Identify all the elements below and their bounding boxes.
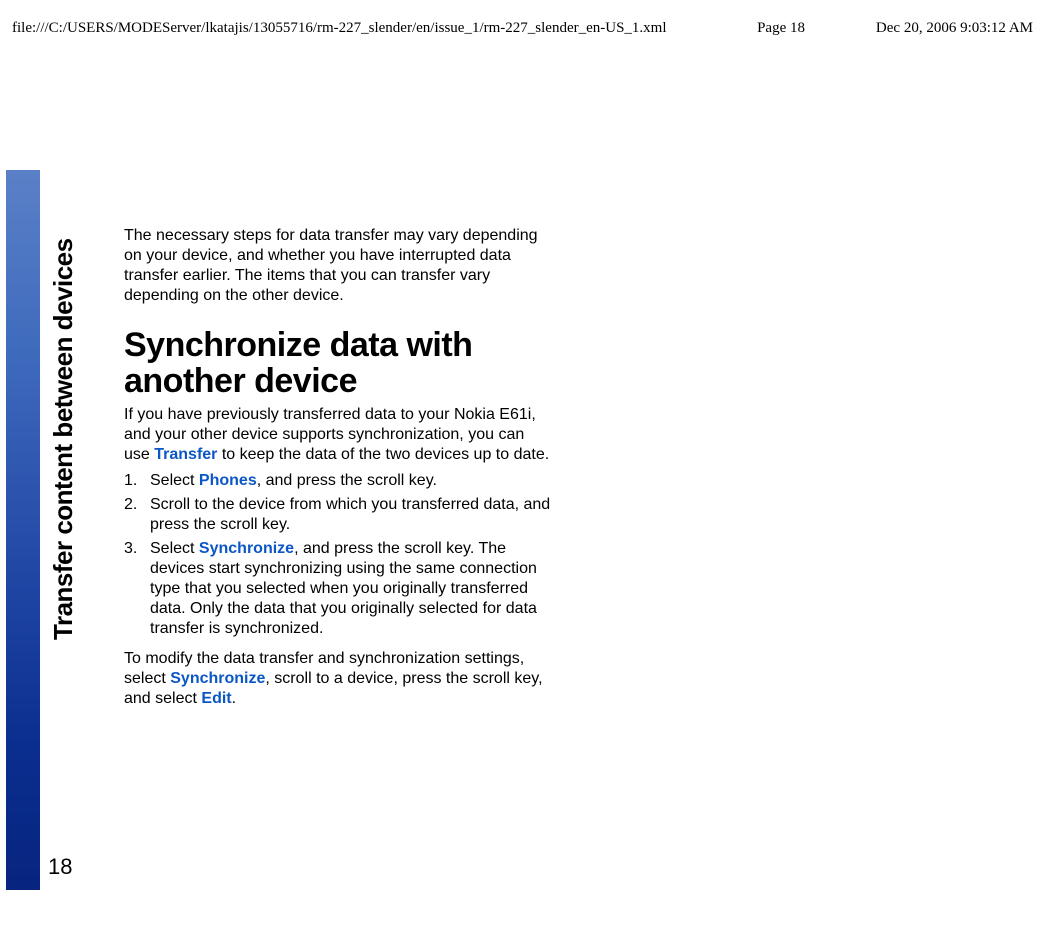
ui-term-synchronize2: Synchronize [170, 670, 265, 687]
intro-paragraph: The necessary steps for data transfer ma… [124, 226, 554, 306]
list-item: Scroll to the device from which you tran… [124, 495, 554, 535]
document-sheet: Transfer content between devices 18 The … [6, 170, 561, 890]
lead-b: to keep the data of the two devices up t… [217, 446, 549, 463]
side-title-text: Transfer content between devices [48, 170, 79, 640]
list-item: Select Synchronize, and press the scroll… [124, 539, 554, 639]
header-datetime: Dec 20, 2006 9:03:12 AM [876, 20, 1033, 37]
outro-c: . [232, 690, 236, 707]
lead-paragraph: If you have previously transferred data … [124, 405, 554, 465]
outro-paragraph: To modify the data transfer and synchron… [124, 649, 554, 709]
ui-term-edit: Edit [201, 690, 231, 707]
list-item: Select Phones, and press the scroll key. [124, 471, 554, 491]
section-heading: Synchronize data with another device [124, 328, 554, 399]
page-number: 18 [48, 854, 72, 880]
header-page: Page 18 [757, 20, 805, 37]
step3-a: Select [150, 540, 199, 557]
page: file:///C:/USERS/MODEServer/lkatajis/130… [0, 0, 1045, 940]
margin-gradient [6, 170, 40, 890]
header-file-path: file:///C:/USERS/MODEServer/lkatajis/130… [12, 20, 667, 37]
ui-term-synchronize: Synchronize [199, 540, 294, 557]
side-title: Transfer content between devices [48, 170, 76, 640]
step1-b: , and press the scroll key. [257, 472, 437, 489]
step2: Scroll to the device from which you tran… [150, 496, 550, 533]
ui-term-transfer: Transfer [154, 446, 217, 463]
content-column: The necessary steps for data transfer ma… [124, 226, 554, 709]
steps-list: Select Phones, and press the scroll key.… [124, 471, 554, 639]
ui-term-phones: Phones [199, 472, 257, 489]
step1-a: Select [150, 472, 199, 489]
